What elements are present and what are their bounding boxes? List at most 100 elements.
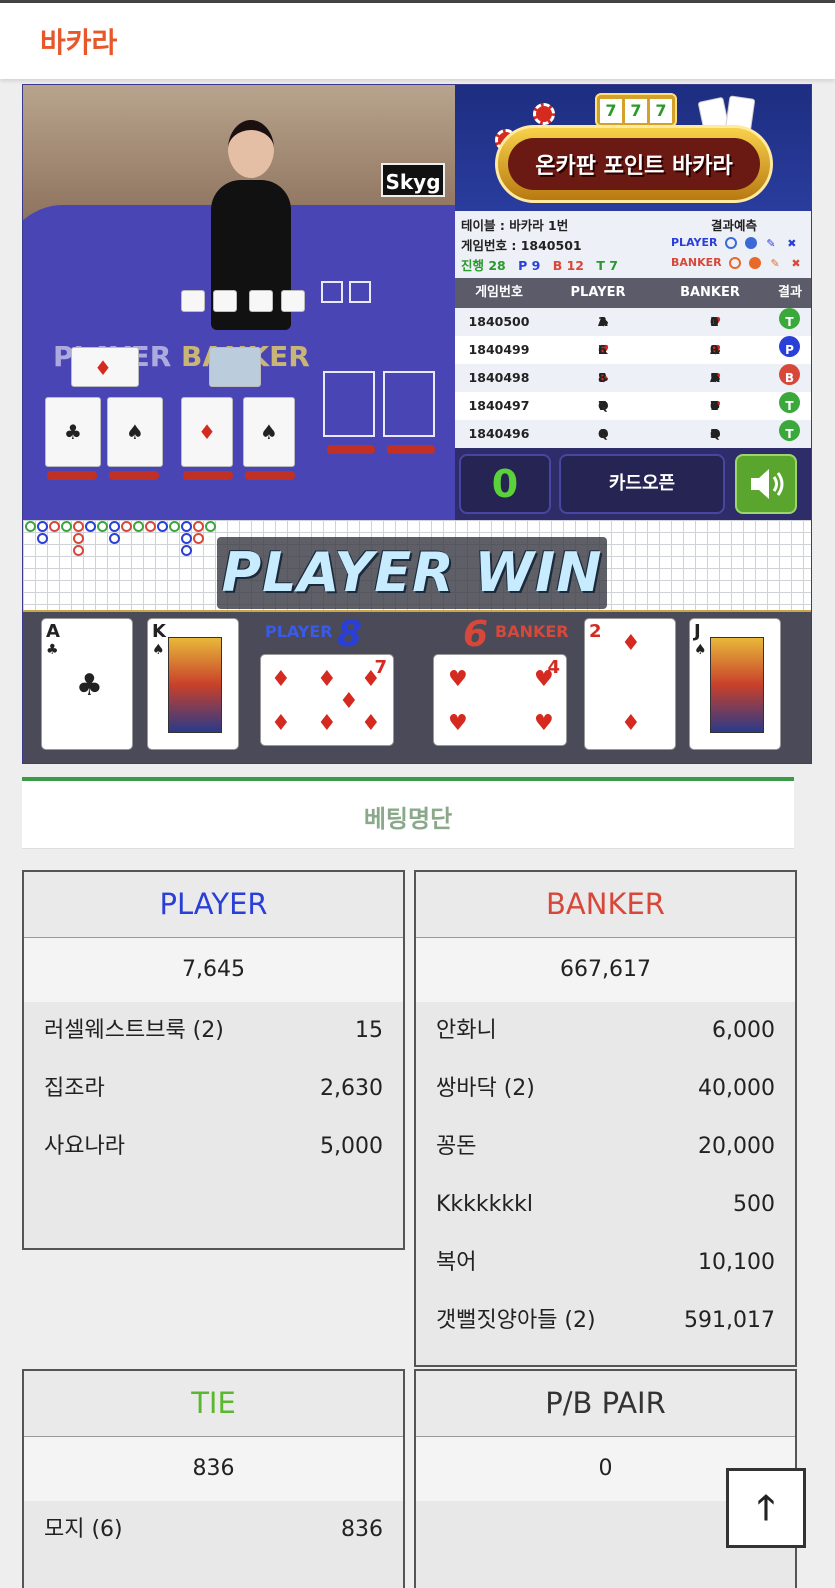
banker-bets-title: BANKER xyxy=(416,872,795,938)
slot-machine-icon: 7 7 7 xyxy=(595,93,677,127)
bettor-name: 러셀웨스트브룩 (2) xyxy=(44,1018,224,1043)
betting-list-header: 베팅명단 xyxy=(22,777,794,849)
road-marker xyxy=(49,521,60,532)
slot-reel: 7 xyxy=(650,99,672,123)
road-marker xyxy=(193,533,204,544)
bet-amount: 836 xyxy=(341,1517,383,1542)
road-marker xyxy=(169,521,180,532)
player-score: 8 xyxy=(337,614,363,655)
banker-card-2: 2 ♦ ♦ xyxy=(584,618,676,750)
history-row: 1840498 ♣ 5 ♦ 8 ♦ 8 ♥ A ♠ A ♣ 5 B xyxy=(455,364,811,392)
banker-score-label: BANKER xyxy=(495,622,569,641)
bettor-name: 집조라 xyxy=(44,1076,105,1101)
bet-amount: 20,000 xyxy=(698,1134,775,1159)
history-row: 1840499 ♥ 2 ♦ K ♥ 6 ♣ 1 0 ♣ A ♥ 9 P xyxy=(455,336,811,364)
road-marker xyxy=(181,533,192,544)
game-panel: 7 7 7 온카판 포인트 바카라 테이블 : 바카라 1번 게임번호 : 18… xyxy=(455,85,811,520)
live-video[interactable]: Skyg PLAYER BANKER ♦ ♣ ♠ ♦ ♠ xyxy=(23,85,461,520)
table-card-back xyxy=(209,347,261,387)
bettor-name: 모지 (6) xyxy=(44,1517,123,1542)
player-bets-total: 7,645 xyxy=(24,938,403,1002)
result-badge: T xyxy=(779,420,800,441)
result-badge: P xyxy=(779,336,800,357)
result-badge: B xyxy=(779,364,800,385)
bettor-name: Kkkkkkkl xyxy=(436,1192,533,1217)
promo-banner: 7 7 7 온카판 포인트 바카라 xyxy=(455,85,811,211)
bet-amount: 591,017 xyxy=(684,1308,775,1333)
banner-frame: 온카판 포인트 바카라 xyxy=(495,125,773,203)
circle-filled-icon[interactable] xyxy=(749,257,762,269)
app-header: 바카라 xyxy=(0,3,835,79)
circle-outline-icon[interactable] xyxy=(725,237,738,249)
history-game-no: 1840498 xyxy=(468,370,530,385)
betting-list-title: 베팅명단 xyxy=(363,805,453,833)
road-marker xyxy=(133,521,144,532)
history-game-no: 1840496 xyxy=(468,426,530,441)
banker-bets: BANKER 667,617 안화니 6,000 쌍바닥 (2) 40,000 꽁돈 20… xyxy=(414,870,797,1367)
bet-amount: 10,100 xyxy=(698,1250,775,1275)
page-title: 바카라 xyxy=(40,26,118,59)
progress-stats: 진행 28 P 9 B 12 T 7 xyxy=(461,255,618,274)
tie-bets-total: 836 xyxy=(24,1437,403,1501)
bet-row: 집조라 2,630 xyxy=(44,1060,383,1118)
progress-count: 진행 28 xyxy=(461,258,506,273)
pencil-icon[interactable]: ✎ xyxy=(768,257,782,270)
card-open-button[interactable]: 카드오픈 xyxy=(559,454,725,514)
history-table: 게임번호 PLAYER BANKER 결과 1840500 ♣ 3 ♣ A ♠ A ♥ 5 ♥ 1 0… xyxy=(455,278,811,448)
bet-amount: 2,630 xyxy=(320,1076,383,1101)
win-banner: PLAYER WIN xyxy=(217,537,607,609)
bettor-name: 사요나라 xyxy=(44,1134,125,1159)
close-icon[interactable]: ✖ xyxy=(789,257,803,270)
card-slot xyxy=(323,371,375,437)
bet-row: 모지 (6) 836 xyxy=(44,1501,383,1559)
history-row: 1840496 ♠ Q ♣ 6 ♣ Q ♠ 3 ♣ 3 T xyxy=(455,420,811,448)
table-card: ♠ xyxy=(243,397,295,467)
table-card: ♦ xyxy=(71,347,139,387)
bet-amount: 6,000 xyxy=(712,1018,775,1043)
tie-count: T 7 xyxy=(596,258,618,273)
bet-row: Kkkkkkkl 500 xyxy=(436,1176,775,1234)
history-row: 1840497 ♦ 7 ♠ Q ♥ 7 ♠ 1 0 T xyxy=(455,392,811,420)
pair-bets-title: P/B PAIR xyxy=(416,1371,795,1437)
bet-row: 꽁돈 20,000 xyxy=(436,1118,775,1176)
baccarat-game: Skyg PLAYER BANKER ♦ ♣ ♠ ♦ ♠ xyxy=(22,84,812,764)
table-card xyxy=(249,290,273,312)
bettor-name: 안화니 xyxy=(436,1018,497,1043)
bet-amount: 40,000 xyxy=(698,1076,775,1101)
player-count: P 9 xyxy=(518,258,541,273)
sound-button[interactable] xyxy=(735,454,797,514)
table-card: ♠ xyxy=(107,397,163,467)
control-bar: 0 카드오픈 xyxy=(455,448,811,520)
table-marker xyxy=(245,471,295,480)
close-icon[interactable]: ✖ xyxy=(785,237,799,250)
road-marker xyxy=(25,521,36,532)
bet-row: 쌍바닥 (2) 40,000 xyxy=(436,1060,775,1118)
chip-icon xyxy=(533,103,555,125)
circle-outline-icon[interactable] xyxy=(729,257,742,269)
circle-filled-icon[interactable] xyxy=(745,237,758,249)
bet-row: 갯뻘짓양아들 (2) 591,017 xyxy=(436,1292,775,1350)
history-game-no: 1840499 xyxy=(468,342,530,357)
road-marker xyxy=(205,521,216,532)
card-slot xyxy=(383,371,435,437)
history-row: 1840500 ♣ 3 ♣ A ♠ A ♥ 5 ♥ 1 0 T xyxy=(455,308,811,336)
prediction-banker-label: BANKER xyxy=(671,256,722,269)
table-marker xyxy=(387,445,435,454)
jack-face xyxy=(710,637,764,733)
card-slot xyxy=(349,281,371,303)
road-marker xyxy=(109,521,120,532)
king-face xyxy=(168,637,222,733)
bettor-name: 복어 xyxy=(436,1250,477,1275)
prediction-player-label: PLAYER xyxy=(671,236,718,249)
pencil-icon[interactable]: ✎ xyxy=(764,237,778,250)
bet-row: 안화니 6,000 xyxy=(436,1002,775,1060)
history-game-no: 1840497 xyxy=(468,398,530,413)
bet-row: 복어 10,100 xyxy=(436,1234,775,1292)
road-marker xyxy=(109,533,120,544)
scroll-top-button[interactable]: 🡑 xyxy=(726,1468,806,1548)
bettor-name: 꽁돈 xyxy=(436,1134,477,1159)
col-player: PLAYER xyxy=(570,285,626,300)
win-text: PLAYER WIN xyxy=(221,541,603,604)
result-badge: T xyxy=(779,392,800,413)
road-marker xyxy=(97,521,108,532)
